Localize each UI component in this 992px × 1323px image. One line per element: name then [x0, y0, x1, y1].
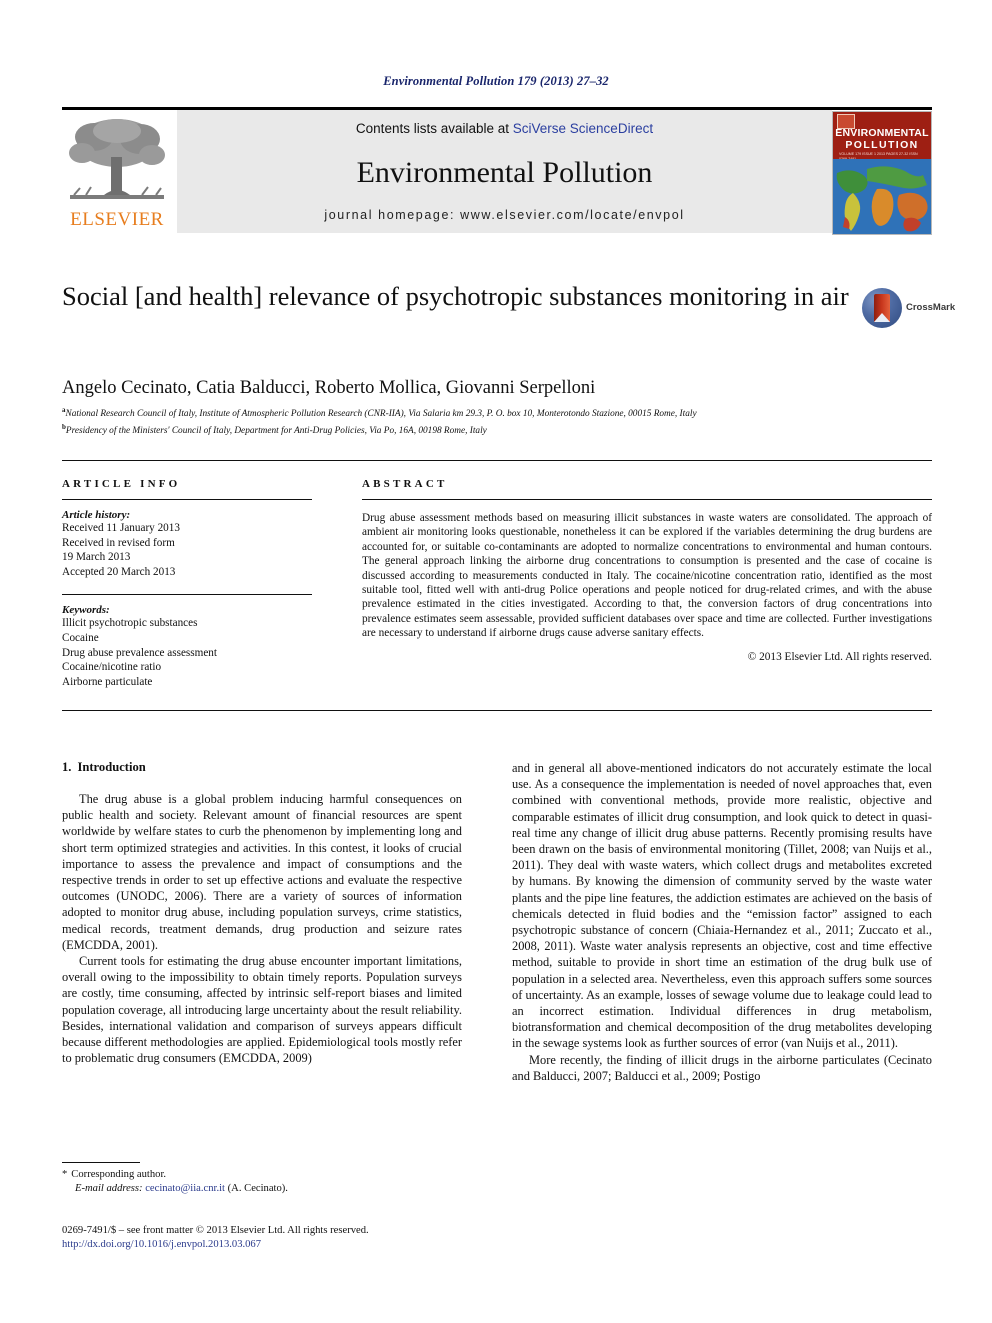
article-info-heading: ARTICLE INFO [62, 478, 181, 490]
journal-homepage-line[interactable]: journal homepage: www.elsevier.com/locat… [177, 208, 832, 222]
keyword-item: Cocaine [62, 631, 99, 644]
keyword-item: Drug abuse prevalence assessment [62, 646, 218, 659]
crossmark-book-shape [874, 294, 890, 322]
copyright-block: 0269-7491/$ – see front matter © 2013 El… [62, 1224, 482, 1253]
email-suffix: (A. Cecinato). [227, 1183, 288, 1194]
history-item: Accepted 20 March 2013 [62, 565, 176, 578]
elsevier-logo: ELSEVIER [62, 113, 172, 233]
footnote-block: * Corresponding author. E-mail address: c… [62, 1168, 462, 1196]
email-note: E-mail address: cecinato@iia.cnr.it (A. … [62, 1182, 462, 1196]
corresponding-author-note: * Corresponding author. [62, 1168, 462, 1182]
crossmark-badge[interactable]: CrossMark [862, 288, 955, 330]
journal-title: Environmental Pollution [356, 156, 653, 189]
info-block-bottom-rule [62, 710, 932, 711]
crossmark-label: CrossMark [906, 302, 956, 313]
affiliation-b-text: Presidency of the Ministers' Council of … [65, 425, 487, 436]
journal-masthead: ELSEVIER Contents lists available at Sci… [62, 107, 932, 235]
body-paragraph: More recently, the finding of illicit dr… [512, 1052, 932, 1083]
affiliation-a: aNational Research Council of Italy, Ins… [62, 404, 882, 421]
article-info-column: ARTICLE INFO Article history: Received 1… [62, 478, 312, 689]
page-title: Social [and health] relevance of psychot… [62, 281, 849, 311]
abstract-heading: ABSTRACT [362, 478, 448, 490]
contents-prefix: Contents lists available at [355, 121, 513, 136]
section-number: 1. [62, 760, 72, 774]
title-block: Social [and health] relevance of psychot… [62, 280, 852, 313]
affiliation-a-text: National Research Council of Italy, Inst… [65, 409, 697, 420]
journal-banner: Contents lists available at SciVerse Sci… [177, 110, 832, 233]
body-paragraph: The drug abuse is a global problem induc… [62, 792, 462, 952]
cover-world-map [833, 159, 931, 234]
corresponding-author-text: Corresponding author. [71, 1169, 167, 1180]
authors-text: Angelo Cecinato, Catia Balducci, Roberto… [62, 378, 596, 398]
elsevier-tree-icon [64, 115, 170, 207]
cover-title-line1: ENVIRONMENTAL [835, 127, 929, 139]
contents-line: Contents lists available at SciVerse Sci… [177, 121, 832, 136]
history-item: 19 March 2013 [62, 551, 131, 564]
article-info-rule [62, 499, 312, 500]
paper-page: Environmental Pollution 179 (2013) 27–32 [0, 0, 992, 1323]
affiliation-b: bPresidency of the Ministers' Council of… [62, 421, 882, 438]
issn-front-matter: 0269-7491/$ – see front matter © 2013 El… [62, 1225, 369, 1236]
elsevier-wordmark: ELSEVIER [70, 209, 164, 230]
history-item: Received 11 January 2013 [62, 522, 180, 534]
keywords-label: Keywords: [62, 604, 110, 617]
keywords-rule [62, 594, 312, 596]
cover-title-line2: POLLUTION [845, 139, 919, 151]
article-history-label: Article history: [62, 509, 131, 521]
keyword-item: Airborne particulate [62, 675, 153, 688]
info-block-top-rule [62, 460, 932, 461]
affiliations: aNational Research Council of Italy, Ins… [62, 404, 882, 437]
email-link[interactable]: cecinato@iia.cnr.it [145, 1183, 225, 1194]
sciencedirect-link[interactable]: SciVerse ScienceDirect [513, 121, 653, 136]
crossmark-icon [862, 288, 902, 328]
asterisk-icon: * [62, 1169, 68, 1180]
email-label: E-mail address: [75, 1183, 143, 1194]
footnote-rule [62, 1162, 140, 1163]
section-title: Introduction [77, 760, 146, 774]
section-heading: 1. Introduction [62, 760, 462, 775]
body-paragraph: and in general all above-mentioned indic… [512, 761, 932, 1051]
keyword-item: Cocaine/nicotine ratio [62, 661, 162, 674]
history-item: Received in revised form [62, 536, 175, 549]
body-column-right: and in general all above-mentioned indic… [512, 760, 932, 1084]
abstract-column: ABSTRACT Drug abuse assessment methods b… [362, 478, 932, 663]
body-paragraph: Current tools for estimating the drug ab… [62, 954, 462, 1066]
author-list: Angelo Cecinato, Catia Balducci, Roberto… [62, 378, 862, 399]
doi-link[interactable]: http://dx.doi.org/10.1016/j.envpol.2013.… [62, 1238, 482, 1252]
keyword-item: Illicit psychotropic substances [62, 617, 198, 630]
abstract-rule [362, 499, 932, 500]
abstract-copyright: © 2013 Elsevier Ltd. All rights reserved… [747, 650, 932, 663]
running-head: Environmental Pollution 179 (2013) 27–32 [383, 74, 609, 88]
journal-cover-thumbnail: ENVIRONMENTAL POLLUTION VOLUME 179 ISSUE… [832, 111, 932, 235]
body-column-left: 1. Introduction The drug abuse is a globa… [62, 760, 462, 1066]
abstract-text: Drug abuse assessment methods based on m… [362, 512, 932, 640]
